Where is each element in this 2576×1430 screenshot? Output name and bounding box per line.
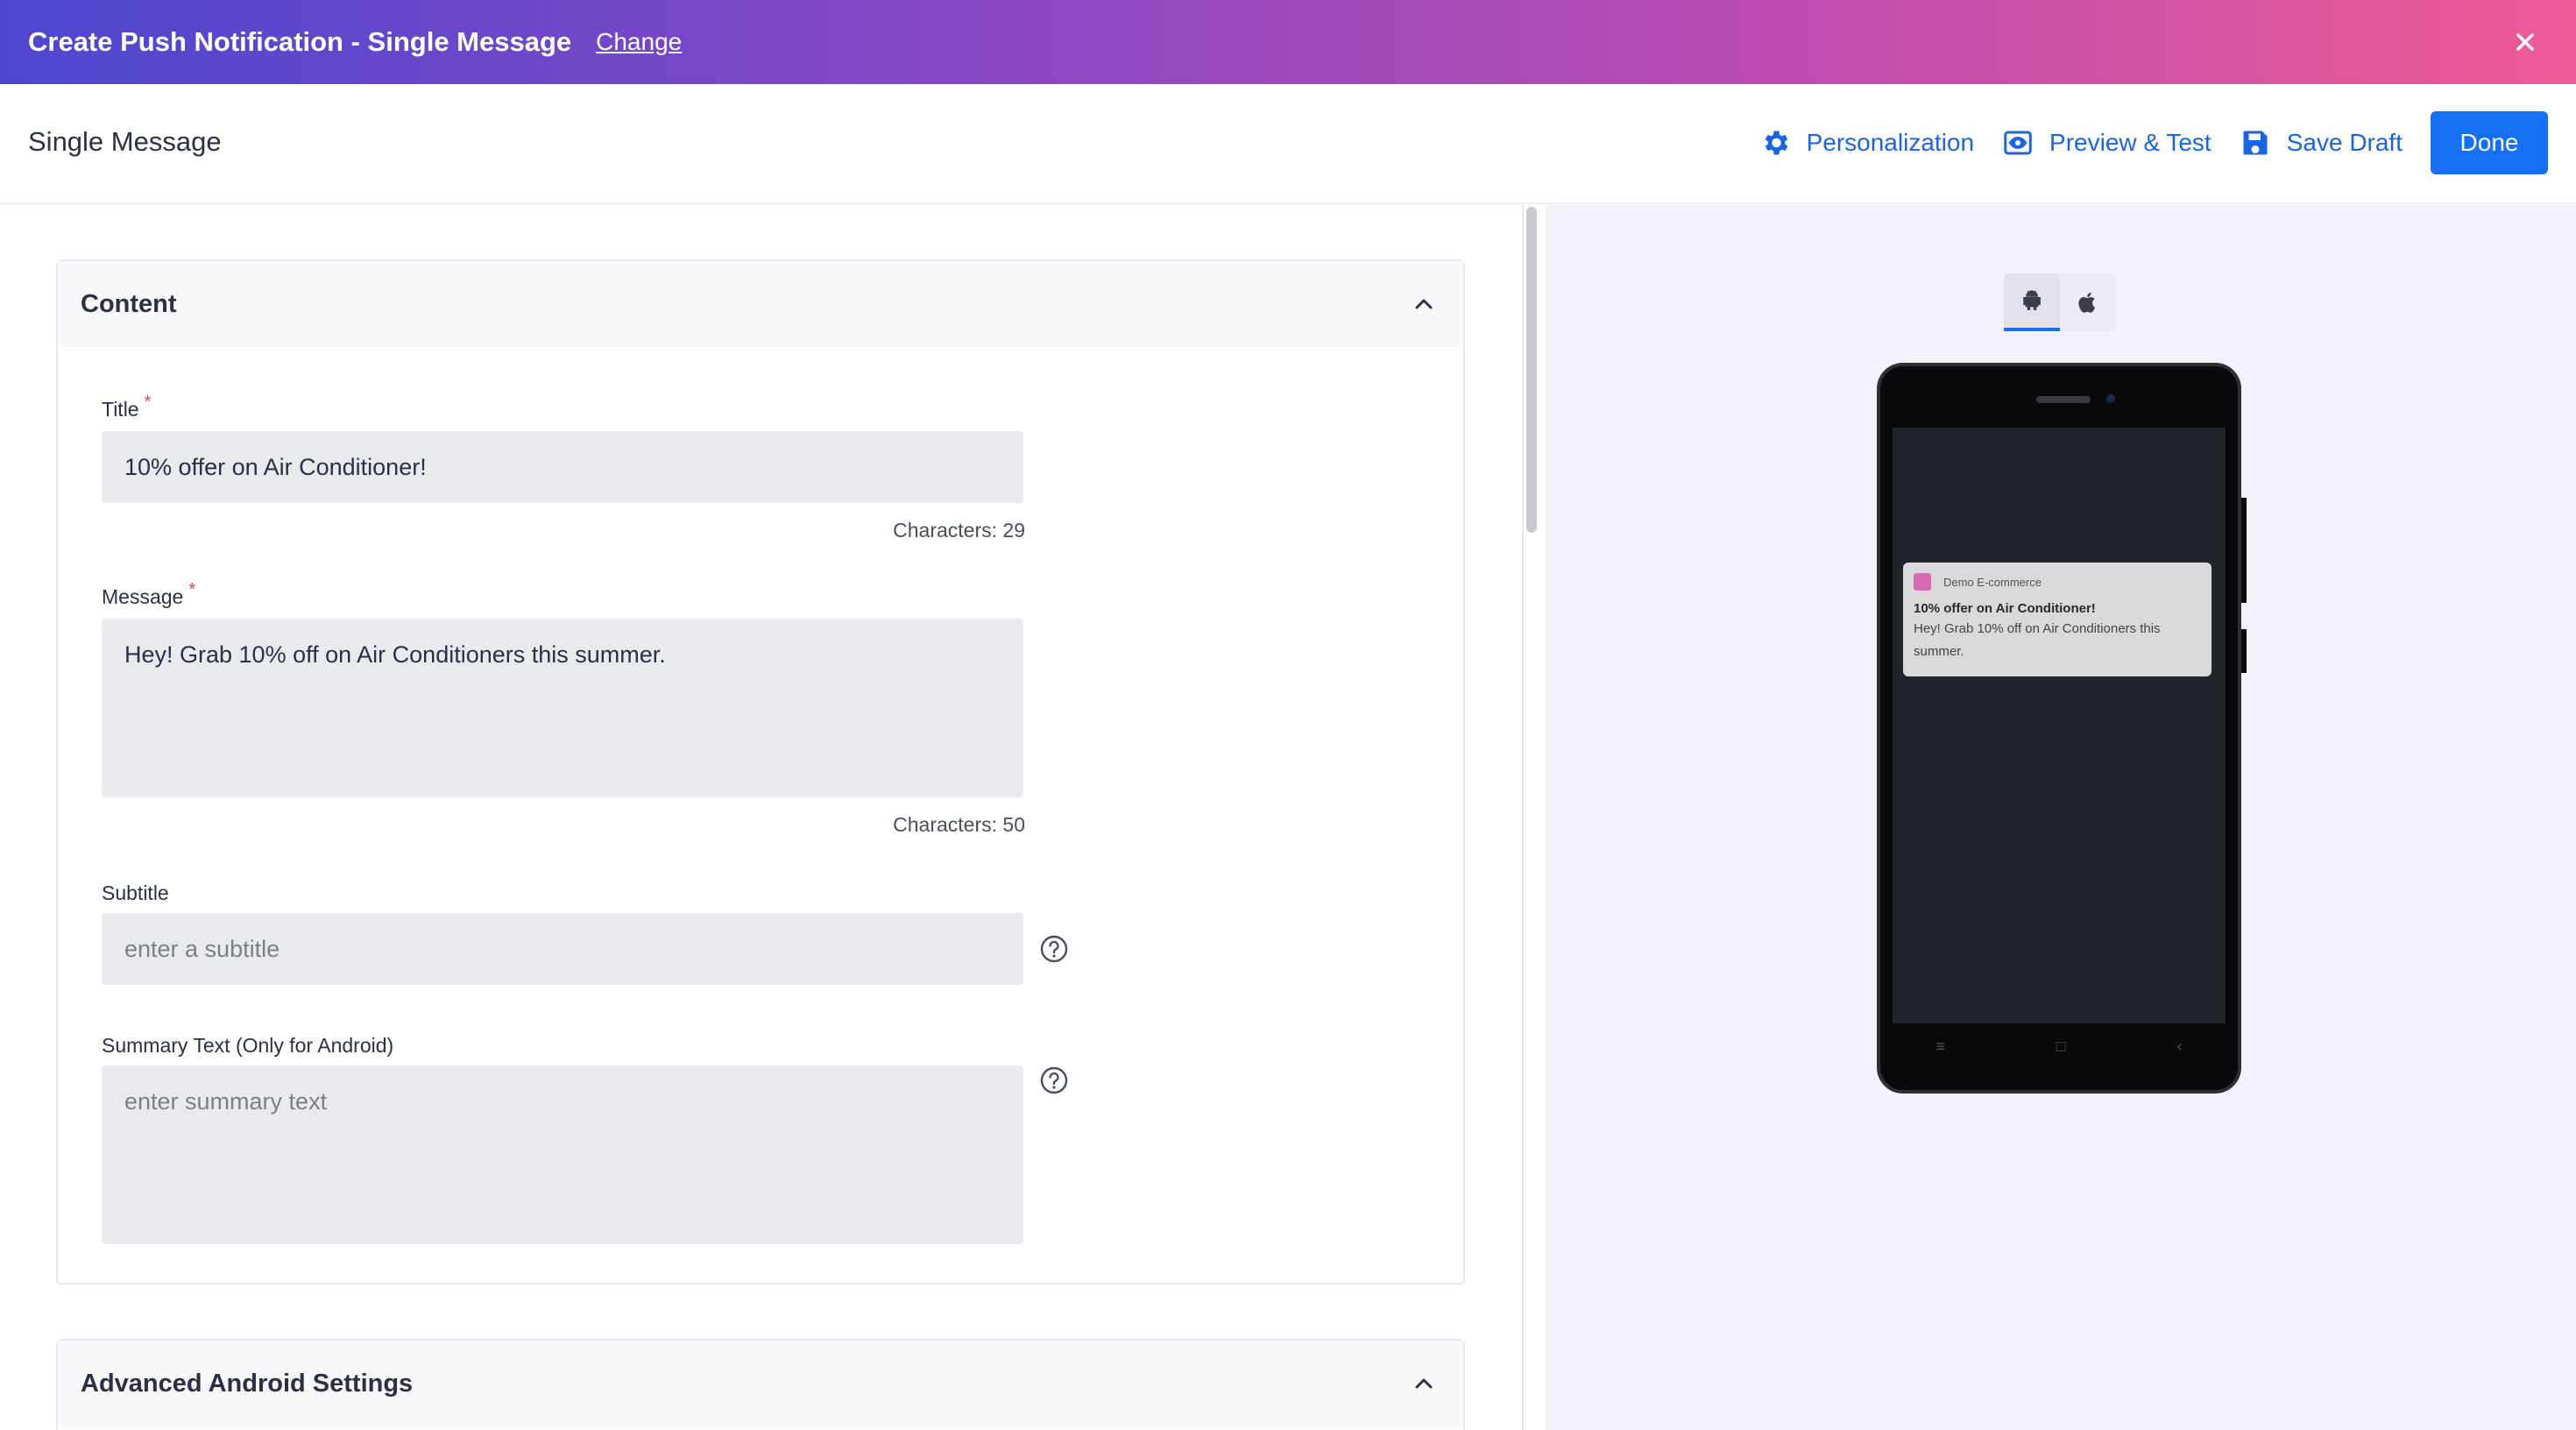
phone-side-button [2241, 629, 2247, 673]
window-title: Create Push Notification - Single Messag… [28, 26, 572, 57]
personalization-label: Personalization [1806, 129, 1975, 156]
preview-test-label: Preview & Test [2049, 129, 2212, 156]
phone-speaker [2036, 396, 2091, 403]
save-draft-label: Save Draft [2286, 129, 2403, 156]
required-mark: * [144, 393, 152, 412]
content-card-header[interactable]: Content [58, 261, 1463, 347]
required-mark: * [188, 580, 196, 599]
change-link[interactable]: Change [596, 28, 682, 56]
form-scrollbar[interactable] [1525, 205, 1537, 1430]
advanced-android-heading: Advanced Android Settings [81, 1369, 414, 1398]
preview-panel: Demo E-commerce 10% offer on Air Conditi… [1546, 205, 2576, 1430]
eye-icon [2004, 131, 2032, 155]
phone-side-button [2241, 498, 2247, 603]
content-card: Content Title * 10% offer on Air Conditio… [56, 259, 1465, 1285]
phone-screen: Demo E-commerce 10% offer on Air Conditi… [1893, 428, 2226, 1023]
subtitle-label: Subtitle [102, 881, 169, 904]
notification-app-name: Demo E-commerce [1943, 575, 2042, 589]
personalization-button[interactable]: Personalization [1759, 127, 1974, 159]
advanced-android-header[interactable]: Advanced Android Settings [58, 1341, 1463, 1426]
title-input[interactable]: 10% offer on Air Conditioner! [102, 431, 1023, 503]
close-icon[interactable] [2504, 21, 2546, 63]
page-header: Single Message Personalization Preview &… [0, 84, 2576, 204]
home-key-icon: □ [2056, 1037, 2066, 1055]
message-textarea[interactable]: Hey! Grab 10% off on Air Conditioners th… [102, 619, 1023, 797]
chevron-up-icon[interactable] [1411, 291, 1437, 322]
notification-title: 10% offer on Air Conditioner! [1914, 601, 2096, 616]
ios-tab[interactable] [2060, 273, 2116, 331]
panel-divider [1522, 205, 1524, 1430]
top-bar: Create Push Notification - Single Messag… [0, 0, 2576, 84]
help-circle-icon[interactable] [1039, 1065, 1069, 1100]
gear-icon [1765, 131, 1787, 155]
apple-icon [2078, 292, 2096, 313]
chevron-up-icon[interactable] [1411, 1370, 1437, 1401]
done-button[interactable]: Done [2431, 111, 2548, 174]
title-label: Title * [102, 393, 151, 421]
android-tab[interactable] [2004, 273, 2060, 331]
page-title: Single Message [28, 126, 222, 157]
subtitle-input[interactable]: enter a subtitle [102, 913, 1023, 985]
help-circle-icon[interactable] [1039, 934, 1069, 968]
message-character-count: Characters: 50 [893, 813, 1025, 836]
android-icon [2023, 290, 2041, 310]
summary-label: Summary Text (Only for Android) [102, 1034, 394, 1057]
form-panel: Content Title * 10% offer on Air Conditio… [0, 205, 1520, 1430]
back-key-icon: ‹ [2176, 1037, 2183, 1055]
content-heading: Content [81, 289, 177, 318]
platform-toggle [2004, 273, 2116, 331]
notification-app-row: Demo E-commerce [1914, 573, 2201, 591]
title-character-count: Characters: 29 [893, 519, 1025, 542]
summary-textarea[interactable]: enter summary text [102, 1065, 1023, 1244]
phone-camera [2106, 394, 2115, 403]
message-label: Message * [102, 580, 195, 609]
header-actions: Personalization Preview & Test Save Draf… [1759, 111, 2548, 174]
phone-nav-keys: ≡ □ ‹ [1880, 1037, 2238, 1056]
app-icon [1914, 573, 1931, 591]
notification-body: Hey! Grab 10% off on Air Conditioners th… [1914, 621, 2161, 659]
phone-mockup: Demo E-commerce 10% offer on Air Conditi… [1877, 363, 2247, 1094]
save-draft-button[interactable]: Save Draft [2240, 127, 2403, 159]
title-label-text: Title [102, 398, 139, 421]
message-label-text: Message [102, 585, 184, 608]
scrollbar-thumb[interactable] [1526, 207, 1537, 533]
advanced-android-card: Advanced Android Settings [56, 1339, 1465, 1430]
notification-preview: Demo E-commerce 10% offer on Air Conditi… [1903, 563, 2212, 676]
preview-test-button[interactable]: Preview & Test [2002, 127, 2212, 159]
floppy-disk-icon [2243, 131, 2268, 155]
menu-key-icon: ≡ [1936, 1037, 1945, 1055]
